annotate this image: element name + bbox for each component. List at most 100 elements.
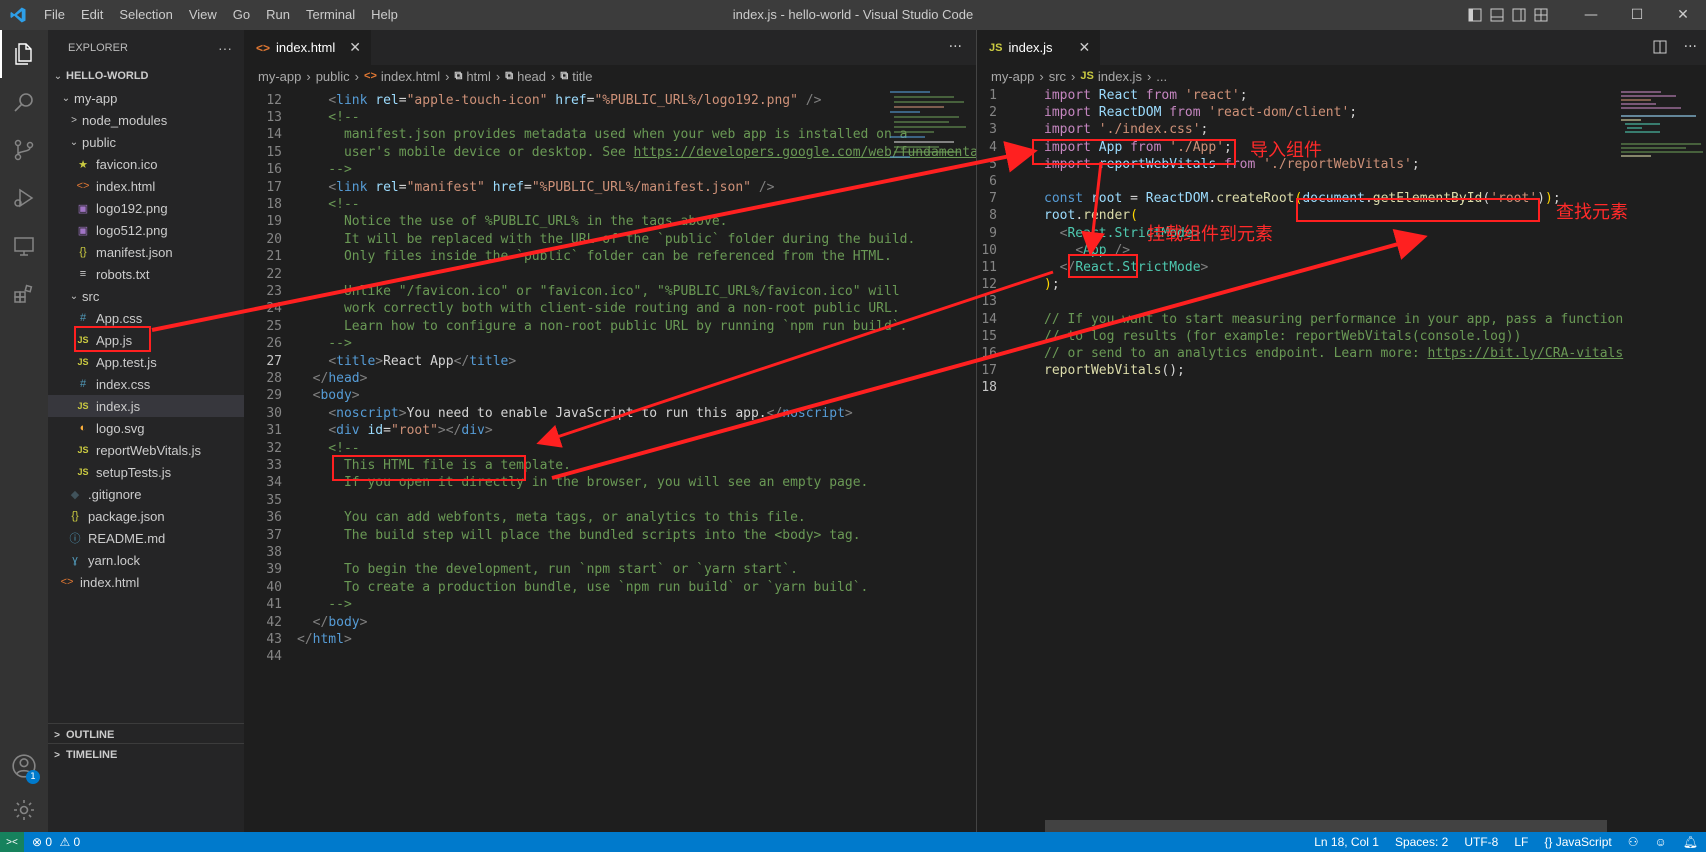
cursor-position[interactable]: Ln 18, Col 1 (1306, 835, 1387, 849)
folder-item[interactable]: ⌄ public (48, 131, 244, 153)
menu-item-go[interactable]: Go (225, 0, 258, 30)
workspace-root[interactable]: ⌄ HELLO-WORLD (48, 65, 244, 87)
tab-index-html[interactable]: <> index.html ✕ (244, 30, 371, 65)
toggle-secondary-sidebar-icon[interactable] (1508, 0, 1530, 30)
remote-indicator[interactable]: >< (0, 832, 24, 852)
file-item[interactable]: JS reportWebVitals.js (48, 439, 244, 461)
minimap[interactable] (1617, 87, 1706, 167)
file-item[interactable]: {} manifest.json (48, 241, 244, 263)
horizontal-scrollbar[interactable] (1045, 820, 1607, 832)
folder-item[interactable]: ⌄ src (48, 285, 244, 307)
toggle-sidebar-icon[interactable] (1464, 0, 1486, 30)
code-token: link (336, 179, 368, 195)
folder-item[interactable]: ⌄ my-app (48, 87, 244, 109)
customize-layout-icon[interactable] (1530, 0, 1552, 30)
element-icon: ⧉ (454, 69, 463, 82)
accounts-icon[interactable]: 1 (0, 742, 48, 790)
file-item[interactable]: ≡ robots.txt (48, 263, 244, 285)
problems-indicator[interactable]: ⊗ 0 ⚠ 0 (24, 835, 88, 849)
breadcrumb-item[interactable]: my-app (258, 69, 301, 84)
folder-item[interactable]: > node_modules (48, 109, 244, 131)
run-debug-icon[interactable] (0, 174, 48, 222)
file-item[interactable]: <> index.html (48, 571, 244, 593)
maximize-button[interactable]: ☐ (1614, 0, 1660, 30)
file-item[interactable]: {} package.json (48, 505, 244, 527)
explorer-icon[interactable] (0, 30, 48, 78)
code-token: rel (367, 179, 399, 195)
code-token: ) (1044, 277, 1052, 293)
explorer-more-actions-button[interactable]: ··· (218, 40, 232, 56)
breadcrumb-item[interactable]: index.html (381, 69, 440, 84)
html-file-icon: <> (60, 576, 74, 588)
code-token: ; (1349, 105, 1358, 121)
code-token: ; (1411, 156, 1420, 172)
notifications-bell-icon[interactable]: 🔔︎ (1675, 835, 1706, 849)
code-token: render (1083, 208, 1131, 224)
minimize-button[interactable]: — (1568, 0, 1614, 30)
code-token: import (1044, 88, 1091, 103)
search-icon[interactable] (0, 78, 48, 126)
file-item[interactable]: JS index.js (48, 395, 244, 417)
code-token: <!-- (297, 109, 360, 125)
code-token: < (328, 179, 337, 195)
breadcrumb-item[interactable]: src (1049, 69, 1066, 84)
file-item[interactable]: ◐ logo.svg (48, 417, 244, 439)
settings-gear-icon[interactable] (0, 786, 48, 834)
timeline-section[interactable]: > TIMELINE (48, 743, 244, 766)
menu-item-view[interactable]: View (181, 0, 225, 30)
menu-item-terminal[interactable]: Terminal (298, 0, 363, 30)
breadcrumb-item[interactable]: public (316, 69, 350, 84)
editor-more-actions-button[interactable]: ··· (1684, 39, 1697, 55)
js-file-icon: JS (77, 401, 89, 411)
split-editor-icon[interactable] (1653, 40, 1667, 58)
code-token: > (844, 405, 853, 421)
file-item[interactable]: ★ favicon.ico (48, 153, 244, 175)
file-item[interactable]: <> index.html (48, 175, 244, 197)
tab-close-button[interactable]: ✕ (349, 39, 361, 56)
breadcrumb-separator-icon: › (354, 68, 360, 84)
breadcrumb-item[interactable]: index.js (1098, 69, 1142, 84)
file-item[interactable]: JS App.test.js (48, 351, 244, 373)
end-of-line[interactable]: LF (1506, 835, 1536, 849)
indentation[interactable]: Spaces: 2 (1387, 835, 1456, 849)
breadcrumb-item[interactable]: ... (1156, 69, 1167, 84)
menu-item-selection[interactable]: Selection (111, 0, 180, 30)
code-token: > (398, 405, 407, 421)
breadcrumb-item[interactable]: title (572, 69, 592, 84)
menu-item-run[interactable]: Run (258, 0, 298, 30)
file-item[interactable]: # index.css (48, 373, 244, 395)
file-item[interactable]: JS setupTests.js (48, 461, 244, 483)
file-item[interactable]: ▣ logo192.png (48, 197, 244, 219)
close-window-button[interactable]: ✕ (1660, 0, 1706, 30)
line-number: 41 (266, 597, 282, 613)
file-item[interactable]: ◆ .gitignore (48, 483, 244, 505)
encoding[interactable]: UTF-8 (1456, 835, 1506, 849)
line-number: 2 (989, 105, 997, 121)
highlight-import-app (1032, 139, 1236, 165)
copilot-icon[interactable]: ⚇ (1620, 835, 1647, 849)
menu-item-edit[interactable]: Edit (73, 0, 111, 30)
tab-close-button[interactable]: ✕ (1079, 39, 1091, 56)
menu-item-file[interactable]: File (36, 0, 73, 30)
language-mode[interactable]: {} JavaScript (1536, 835, 1619, 849)
toggle-panel-icon[interactable] (1486, 0, 1508, 30)
line-number: 35 (266, 492, 282, 508)
code-token: /> (751, 179, 775, 195)
feedback-icon[interactable]: ☺ (1647, 835, 1675, 849)
file-item[interactable]: ɣ yarn.lock (48, 549, 244, 571)
menu-item-help[interactable]: Help (363, 0, 406, 30)
extensions-icon[interactable] (0, 270, 48, 318)
source-control-icon[interactable] (0, 126, 48, 174)
tab-index-js[interactable]: JS index.js ✕ (977, 30, 1101, 65)
remote-explorer-icon[interactable] (0, 222, 48, 270)
file-item[interactable]: ⓘ README.md (48, 527, 244, 549)
editor-more-actions-button[interactable]: ··· (949, 39, 962, 55)
breadcrumb-item[interactable]: html (466, 69, 491, 84)
breadcrumb-item[interactable]: head (517, 69, 546, 84)
file-item[interactable]: ▣ logo512.png (48, 219, 244, 241)
js-file-icon: JS (77, 445, 89, 455)
element-icon: ⧉ (560, 69, 569, 82)
code-line: manifest.json provides metadata used whe… (297, 127, 908, 142)
breadcrumb-item[interactable]: my-app (991, 69, 1034, 84)
